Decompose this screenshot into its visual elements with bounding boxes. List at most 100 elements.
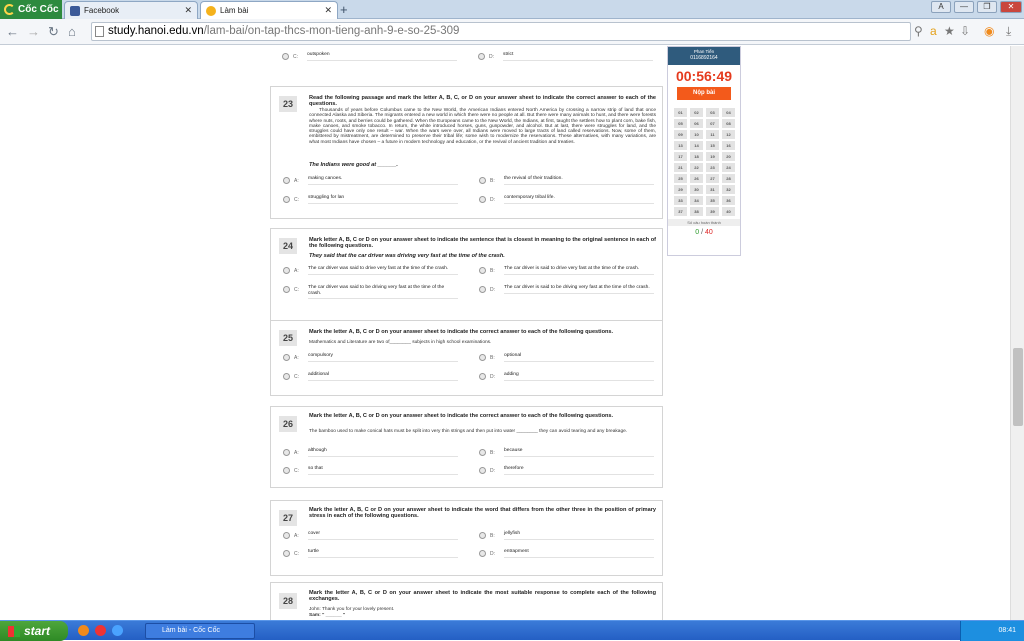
q25-option-c[interactable]: C: additional [283,372,458,386]
q27-option-c[interactable]: C: turtle [283,549,458,563]
q23-option-b[interactable]: B: the revival of their tradition. [479,176,654,190]
reload-icon[interactable]: ↻ [48,24,59,40]
tab-facebook[interactable]: Facebook ✕ [64,1,198,19]
q25-option-b[interactable]: B: optional [479,353,654,367]
question-jump-11[interactable]: 11 [706,130,719,139]
q23-option-c[interactable]: C: struggling for lan [283,195,458,209]
q25-option-d[interactable]: D: adding [479,372,654,386]
question-jump-08[interactable]: 08 [722,119,735,128]
close-tab-icon[interactable]: ✕ [324,5,332,16]
radio[interactable] [479,286,486,293]
question-jump-29[interactable]: 29 [674,185,687,194]
radio[interactable] [283,286,290,293]
close-window-button[interactable]: ✕ [1000,1,1022,13]
question-jump-32[interactable]: 32 [722,185,735,194]
question-jump-16[interactable]: 16 [722,141,735,150]
question-jump-36[interactable]: 36 [722,196,735,205]
question-jump-37[interactable]: 37 [674,207,687,216]
q24-option-a[interactable]: A: The car driver was said to drive very … [283,266,458,280]
new-tab-button[interactable]: + [340,2,348,17]
radio[interactable] [479,354,486,361]
q26-option-d[interactable]: D: therefore [479,466,654,480]
question-jump-05[interactable]: 05 [674,119,687,128]
question-jump-17[interactable]: 17 [674,152,687,161]
radio[interactable] [282,53,289,60]
coccoc-quicklaunch-icon[interactable] [78,625,89,636]
question-jump-21[interactable]: 21 [674,163,687,172]
question-jump-34[interactable]: 34 [690,196,703,205]
question-jump-04[interactable]: 04 [722,108,735,117]
radio[interactable] [283,196,290,203]
radio[interactable] [479,267,486,274]
question-jump-31[interactable]: 31 [706,185,719,194]
q27-option-b[interactable]: B: jellyfish [479,531,654,545]
q25-option-a[interactable]: A: compulsory [283,353,458,367]
home-icon[interactable]: ⌂ [68,24,76,39]
radio[interactable] [283,373,290,380]
submit-button[interactable]: Nộp bài [677,87,731,100]
question-jump-20[interactable]: 20 [722,152,735,161]
radio[interactable] [478,53,485,60]
question-jump-27[interactable]: 27 [706,174,719,183]
q24-option-d[interactable]: D: The car driver is said to be driving v… [479,285,654,299]
forward-arrow-icon[interactable]: → [27,24,40,39]
question-jump-03[interactable]: 03 [706,108,719,117]
question-jump-06[interactable]: 06 [690,119,703,128]
address-bar[interactable]: study.hanoi.edu.vn/lam-bai/on-tap-thcs-m… [91,22,911,41]
question-jump-40[interactable]: 40 [722,207,735,216]
downloads-icon[interactable]: ⤓ [1006,24,1011,39]
radio[interactable] [283,177,290,184]
question-jump-35[interactable]: 35 [706,196,719,205]
question-jump-26[interactable]: 26 [690,174,703,183]
download-icon[interactable]: ⇩ [960,24,970,38]
coccoc-menu-icon[interactable]: ◉ [984,24,994,38]
restore-button[interactable]: ❐ [977,1,997,13]
question-jump-39[interactable]: 39 [706,207,719,216]
page-scrollbar[interactable] [1010,46,1024,620]
radio[interactable] [479,467,486,474]
radio[interactable] [283,550,290,557]
question-jump-01[interactable]: 01 [674,108,687,117]
star-bookmark-icon[interactable]: ★ [944,24,955,38]
radio[interactable] [479,532,486,539]
question-jump-38[interactable]: 38 [690,207,703,216]
q24-option-c[interactable]: C: The car driver was said to be driving … [283,285,458,299]
question-jump-33[interactable]: 33 [674,196,687,205]
question-jump-15[interactable]: 15 [706,141,719,150]
clock[interactable]: 08:41 [998,627,1016,634]
question-jump-22[interactable]: 22 [690,163,703,172]
ie-quicklaunch-icon[interactable] [112,625,123,636]
question-jump-02[interactable]: 02 [690,108,703,117]
profile-button[interactable]: A [931,1,951,13]
question-jump-09[interactable]: 09 [674,130,687,139]
q23-option-a[interactable]: A: making canoes. [283,176,458,190]
q27-option-d[interactable]: D: entrapment [479,549,654,563]
question-jump-07[interactable]: 07 [706,119,719,128]
start-button[interactable]: start [0,621,68,641]
tab-lam-bai[interactable]: Làm bài ✕ [200,1,338,19]
taskbar-window-item[interactable]: Làm bài - Cốc Cốc [145,623,255,639]
translate-icon[interactable]: a [930,24,937,38]
question-jump-23[interactable]: 23 [706,163,719,172]
radio[interactable] [479,449,486,456]
back-arrow-icon[interactable]: ← [6,24,19,39]
coccoc-logo[interactable]: Cốc Cốc [0,0,62,19]
question-jump-12[interactable]: 12 [722,130,735,139]
q22-option-d[interactable]: D: strict [478,52,653,66]
q26-option-a[interactable]: A: although [283,448,458,462]
radio[interactable] [283,354,290,361]
question-jump-18[interactable]: 18 [690,152,703,161]
q24-option-b[interactable]: B: The car driver is said to drive very f… [479,266,654,280]
radio[interactable] [283,449,290,456]
question-jump-28[interactable]: 28 [722,174,735,183]
radio[interactable] [479,373,486,380]
question-jump-13[interactable]: 13 [674,141,687,150]
minimize-button[interactable]: — [954,1,974,13]
question-jump-30[interactable]: 30 [690,185,703,194]
scrollbar-thumb[interactable] [1013,348,1023,426]
radio[interactable] [283,467,290,474]
chrome-quicklaunch-icon[interactable] [95,625,106,636]
radio[interactable] [479,550,486,557]
question-jump-14[interactable]: 14 [690,141,703,150]
q23-option-d[interactable]: D: contemporary tribal life. [479,195,654,209]
